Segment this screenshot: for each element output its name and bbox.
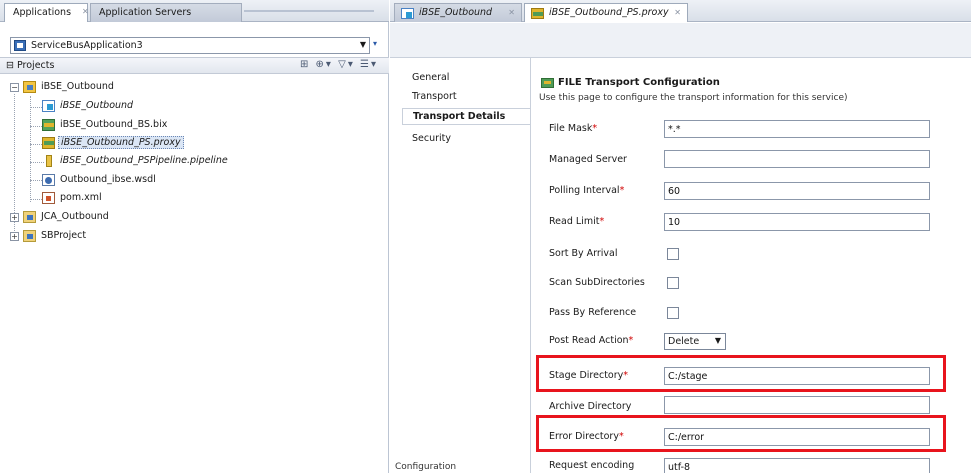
sort-by-arrival-label: Sort By Arrival xyxy=(549,248,618,259)
tab-applications[interactable]: Applications xyxy=(4,3,88,22)
projects-title[interactable]: ⊟ Projects xyxy=(6,60,54,71)
close-icon[interactable]: ✕ xyxy=(82,7,89,16)
pass-by-reference-checkbox[interactable] xyxy=(667,307,679,319)
application-icon xyxy=(14,40,26,51)
pom-icon xyxy=(42,192,55,204)
nav-item-transport[interactable]: Transport xyxy=(412,91,457,102)
application-selector[interactable]: ServiceBusApplication3 ▼ xyxy=(10,37,370,54)
config-nav: General Transport Transport Details Secu… xyxy=(390,58,530,473)
archive-directory-label: Archive Directory xyxy=(549,401,632,412)
project-icon xyxy=(23,81,36,93)
collapse-toggle[interactable]: − xyxy=(10,83,19,92)
tree-item-label: iBSE_Outbound xyxy=(41,81,114,92)
read-limit-field[interactable] xyxy=(664,213,930,231)
tab-application-servers[interactable]: Application Servers xyxy=(90,3,242,22)
stage-directory-highlight xyxy=(536,355,946,392)
proxy-service-icon xyxy=(531,8,544,19)
scan-subdirectories-checkbox[interactable] xyxy=(667,277,679,289)
application-selector-value: ServiceBusApplication3 xyxy=(31,40,143,51)
tab-configuration[interactable]: Configuration xyxy=(395,462,456,472)
tree-item-label: iBSE_Outbound_PS.proxy xyxy=(58,136,184,149)
sort-by-arrival-checkbox[interactable] xyxy=(667,248,679,260)
tab-proxy-service[interactable]: iBSE_Outbound_PS.proxy ✕ xyxy=(524,3,688,22)
post-read-action-select[interactable]: Delete ▼ xyxy=(664,333,726,350)
folder-icon xyxy=(23,230,36,242)
tab-ibse-outbound[interactable]: iBSE_Outbound ✕ xyxy=(394,3,522,22)
archive-directory-field[interactable] xyxy=(664,396,930,414)
file-mask-field[interactable] xyxy=(664,120,930,138)
nav-item-transport-details[interactable]: Transport Details xyxy=(402,108,530,125)
projects-panel-header: ⊟ Projects ⊞ ⊕▾ ▽▾ ☰▾ xyxy=(0,57,389,74)
tree-connector xyxy=(30,162,44,163)
tree-item-label: iBSE_Outbound_BS.bix xyxy=(60,119,168,130)
application-menu-chevron-icon[interactable]: ▾ xyxy=(373,39,377,48)
nav-item-security[interactable]: Security xyxy=(412,133,451,144)
nav-item-general[interactable]: General xyxy=(412,72,449,83)
tab-label: iBSE_Outbound xyxy=(419,7,493,18)
tab-strip-divider xyxy=(244,10,374,12)
tree-item-label: iBSE_Outbound xyxy=(60,100,134,111)
chevron-down-icon[interactable]: ▼ xyxy=(360,40,366,49)
projects-toolbar[interactable]: ⊞ ⊕▾ ▽▾ ☰▾ xyxy=(300,59,378,70)
pipeline-icon xyxy=(46,155,52,167)
managed-server-label: Managed Server xyxy=(549,154,627,165)
file-transport-icon xyxy=(541,78,554,88)
business-service-icon xyxy=(42,119,55,131)
navigator-tab-bar: Applications ✕ Application Servers xyxy=(0,0,389,22)
tree-item-label: iBSE_Outbound_PSPipeline.pipeline xyxy=(60,155,228,166)
tab-label: iBSE_Outbound_PS.proxy xyxy=(549,7,669,18)
polling-interval-label: Polling Interval* xyxy=(549,185,625,196)
rpc-icon xyxy=(42,100,55,112)
pass-by-reference-label: Pass By Reference xyxy=(549,307,637,318)
editor-tab-bar: iBSE_Outbound ✕ iBSE_Outbound_PS.proxy ✕ xyxy=(390,0,971,22)
editor-toolbar xyxy=(390,23,971,58)
tree-item-label: SBProject xyxy=(41,230,87,241)
section-description: Use this page to configure the transport… xyxy=(539,93,848,103)
tree-item-label: Outbound_ibse.wsdl xyxy=(60,174,156,185)
tree-item-label: JCA_Outbound xyxy=(41,211,109,222)
expand-toggle[interactable]: + xyxy=(10,213,19,222)
file-mask-label: File Mask* xyxy=(549,123,598,134)
application-navigator: Applications ✕ Application Servers Servi… xyxy=(0,0,389,473)
section-title: FILE Transport Configuration xyxy=(558,77,720,88)
wsdl-icon xyxy=(42,174,55,186)
polling-interval-field[interactable] xyxy=(664,182,930,200)
tree-connector xyxy=(30,96,31,202)
tree-item-label: pom.xml xyxy=(60,192,102,203)
editor-pane: iBSE_Outbound ✕ iBSE_Outbound_PS.proxy ✕… xyxy=(390,0,971,473)
managed-server-field[interactable] xyxy=(664,150,930,168)
error-directory-highlight xyxy=(536,415,946,452)
close-icon[interactable]: ✕ xyxy=(674,8,681,17)
scan-subdirectories-label: Scan SubDirectories xyxy=(549,277,645,288)
expand-toggle[interactable]: + xyxy=(10,232,19,241)
read-limit-label: Read Limit* xyxy=(549,216,605,227)
rpc-icon xyxy=(401,8,414,19)
proxy-service-icon xyxy=(42,137,55,149)
post-read-action-label: Post Read Action* xyxy=(549,335,634,346)
close-icon[interactable]: ✕ xyxy=(508,8,515,17)
post-read-action-value: Delete xyxy=(668,336,700,347)
folder-icon xyxy=(23,211,36,223)
request-encoding-field[interactable] xyxy=(664,458,930,473)
request-encoding-label: Request encoding xyxy=(549,460,635,471)
transport-config-form: FILE Transport Configuration Use this pa… xyxy=(530,58,971,473)
chevron-down-icon: ▼ xyxy=(714,336,721,345)
